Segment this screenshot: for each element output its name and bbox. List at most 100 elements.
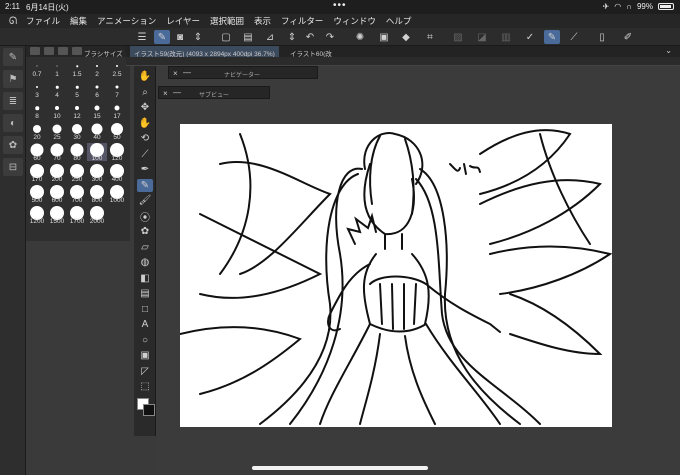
minimize-icon[interactable]: — <box>183 68 191 77</box>
panel-tab-icon[interactable] <box>44 47 54 55</box>
app-logo-icon[interactable]: ᘏ <box>0 16 26 27</box>
figure-icon[interactable]: □ <box>137 303 153 316</box>
panel-tab-icon[interactable] <box>30 47 40 55</box>
blend-icon[interactable]: ◍ <box>137 256 153 269</box>
sub-color-swatch[interactable] <box>143 404 155 416</box>
close-icon[interactable]: × <box>173 69 178 78</box>
balloon-icon[interactable]: ○ <box>137 334 153 347</box>
minimize-icon[interactable]: — <box>173 88 181 97</box>
brush-size-tab-icon[interactable] <box>72 47 82 55</box>
hatch-icon[interactable]: ▨ <box>450 30 466 44</box>
hand-icon[interactable]: ✋ <box>137 117 153 130</box>
frame-icon[interactable]: ▣ <box>137 349 153 362</box>
new-file-icon[interactable]: ▢ <box>218 30 234 44</box>
eraser-icon[interactable]: ◙ <box>172 30 188 44</box>
brush-size-option[interactable]: 25 <box>47 122 67 141</box>
brush-size-option[interactable]: 2 <box>87 59 107 78</box>
brush-size-option[interactable]: 400 <box>107 164 127 183</box>
color-swatch[interactable] <box>137 398 157 422</box>
brush-size-option[interactable]: 17 <box>107 101 127 120</box>
redo-icon[interactable]: ↷ <box>322 30 338 44</box>
brush-size-option[interactable]: 500 <box>27 185 47 204</box>
brush-size-option[interactable]: 80 <box>67 143 87 162</box>
spinner-icon[interactable]: ✺ <box>352 30 368 44</box>
brush-size-option[interactable]: 1200 <box>27 206 47 225</box>
brush-size-option[interactable]: 30 <box>67 122 87 141</box>
brush-size-option[interactable]: 60 <box>27 143 47 162</box>
brush-size-option[interactable]: 200 <box>47 164 67 183</box>
brush-size-option[interactable]: 2000 <box>87 206 107 225</box>
brush-size-option[interactable]: 8 <box>27 101 47 120</box>
fill-icon[interactable]: ▣ <box>376 30 392 44</box>
open-icon[interactable]: ▤ <box>240 30 256 44</box>
decoration-icon[interactable]: ✿ <box>137 225 153 238</box>
eyedropper-icon[interactable]: ⟋ <box>137 148 153 161</box>
brush-size-option[interactable]: 4 <box>47 80 67 99</box>
zoom-icon[interactable]: ⌕ <box>137 86 153 99</box>
menu-selection[interactable]: 選択範囲 <box>210 15 244 27</box>
stepper-icon[interactable]: ⇕ <box>284 30 300 44</box>
select-icon[interactable]: ⬚ <box>137 380 153 393</box>
phone-icon[interactable]: ▯ <box>594 30 610 44</box>
pencil-icon[interactable]: ✎ <box>137 178 153 192</box>
menu-filter[interactable]: フィルター <box>281 15 323 27</box>
brush-size-option[interactable]: 10 <box>47 101 67 120</box>
doc-tab-active[interactable]: イラスト59(改元) (4093 x 2894px 400dpi 36.7%) <box>130 46 279 58</box>
brush-size-option[interactable]: 2.5 <box>107 59 127 78</box>
rotate-icon[interactable]: ⟲ <box>137 132 153 145</box>
menu-view[interactable]: 表示 <box>254 15 271 27</box>
paint-icon[interactable]: ◆ <box>398 30 414 44</box>
home-indicator[interactable] <box>252 466 428 470</box>
pencil-icon[interactable]: ✎ <box>544 30 560 44</box>
gradient-icon[interactable]: ▤ <box>137 287 153 300</box>
brush-size-option[interactable]: 20 <box>27 122 47 141</box>
hand-icon[interactable]: ✋ <box>137 70 153 83</box>
chevron-down-icon[interactable]: ⌄ <box>665 46 672 55</box>
brush-size-option[interactable]: 3 <box>27 80 47 99</box>
stepper-icon[interactable]: ⇕ <box>190 30 206 44</box>
brush-size-option[interactable]: 5 <box>67 80 87 99</box>
doc-tab[interactable]: イラスト60(改 <box>286 46 336 58</box>
airbrush-icon[interactable]: ⦿ <box>137 210 153 224</box>
brush-size-option[interactable]: 600 <box>47 185 67 204</box>
brush-icon[interactable]: ✎ <box>154 30 170 44</box>
artboard[interactable] <box>180 124 612 427</box>
menu-icon[interactable]: ☰ <box>134 30 150 44</box>
brush-size-option[interactable]: 50 <box>107 122 127 141</box>
edit-icon[interactable]: ✐ <box>620 30 636 44</box>
move-icon[interactable]: ✥ <box>137 101 153 114</box>
brush-size-option[interactable]: 1 <box>47 59 67 78</box>
brush-size-option[interactable]: 15 <box>87 101 107 120</box>
clear-icon[interactable]: ◪ <box>474 30 490 44</box>
brush-size-option[interactable]: 120 <box>107 143 127 162</box>
brush-size-option[interactable]: 1.5 <box>67 59 87 78</box>
brush-size-option[interactable]: 70 <box>47 143 67 162</box>
brush-size-option[interactable]: 170 <box>27 164 47 183</box>
brush-size-option[interactable]: 800 <box>87 185 107 204</box>
brush-icon[interactable]: 🖌 <box>137 194 153 207</box>
save-icon[interactable]: ⊿ <box>262 30 278 44</box>
brush-size-option[interactable]: 1700 <box>67 206 87 225</box>
ruler-icon[interactable]: ⟋ <box>566 30 582 44</box>
brush-size-option[interactable]: 0.7 <box>27 59 47 78</box>
material-icon[interactable]: ✿ <box>3 136 23 154</box>
brush-size-option[interactable]: 7 <box>107 80 127 99</box>
canvas-area[interactable] <box>156 66 680 475</box>
menu-layer[interactable]: レイヤー <box>166 15 200 27</box>
fill-icon[interactable]: ◧ <box>137 272 153 285</box>
undo-icon[interactable]: ↶ <box>302 30 318 44</box>
pen-icon[interactable]: ✓ <box>522 30 538 44</box>
menu-window[interactable]: ウィンドウ <box>333 15 376 27</box>
history-icon[interactable]: ⊟ <box>3 158 23 176</box>
brush-size-option[interactable]: 6 <box>87 80 107 99</box>
transform-icon[interactable]: ⌗ <box>422 30 438 44</box>
panel-tab-icon[interactable] <box>58 47 68 55</box>
sub-tool-icon[interactable]: ⚑ <box>3 70 23 88</box>
brush-size-option[interactable]: 40 <box>87 122 107 141</box>
multitask-dots-icon[interactable]: ••• <box>333 0 347 11</box>
gradient-icon[interactable]: ▥ <box>498 30 514 44</box>
text-icon[interactable]: A <box>137 318 153 331</box>
menu-file[interactable]: ファイル <box>26 15 60 27</box>
brush-size-option[interactable]: 300 <box>87 164 107 183</box>
brush-size-option[interactable]: 700 <box>67 185 87 204</box>
